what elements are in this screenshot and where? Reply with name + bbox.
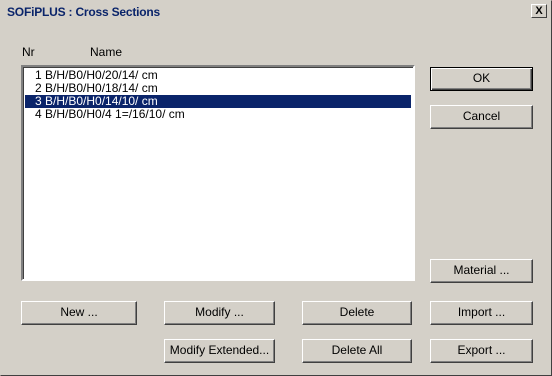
new-label: New ...: [60, 305, 98, 319]
import-label: Import ...: [457, 305, 506, 319]
ok-label: OK: [472, 71, 491, 85]
modify-button[interactable]: Modify ...: [164, 301, 275, 325]
export-label: Export ...: [457, 343, 506, 357]
ok-button[interactable]: OK: [430, 67, 533, 91]
delete-button[interactable]: Delete: [302, 301, 412, 325]
list-item[interactable]: 4 B/H/B0/H0/4 1=/16/10/ cm: [25, 108, 411, 121]
delete-all-button[interactable]: Delete All: [302, 339, 412, 363]
material-label: Material ...: [453, 263, 510, 277]
delete-label: Delete: [339, 305, 375, 319]
column-header-name: Name: [90, 45, 123, 59]
cross-section-list[interactable]: 1 B/H/B0/H0/20/14/ cm 2 B/H/B0/H0/18/14/…: [21, 65, 415, 281]
export-button[interactable]: Export ...: [430, 339, 533, 363]
modify-extended-button[interactable]: Modify Extended...: [164, 339, 275, 363]
cross-sections-dialog: SOFiPLUS : Cross Sections X Nr Name 1 B/…: [0, 0, 552, 376]
column-header-nr: Nr: [22, 45, 35, 59]
new-button[interactable]: New ...: [21, 301, 137, 325]
cancel-button[interactable]: Cancel: [430, 105, 533, 129]
cancel-label: Cancel: [462, 109, 501, 123]
modify-extended-label: Modify Extended...: [169, 343, 270, 357]
close-button[interactable]: X: [531, 4, 547, 18]
modify-label: Modify ...: [195, 305, 244, 319]
import-button[interactable]: Import ...: [430, 301, 533, 325]
window-title: SOFiPLUS : Cross Sections: [7, 5, 161, 19]
material-button[interactable]: Material ...: [430, 259, 533, 283]
delete-all-label: Delete All: [331, 343, 383, 357]
title-bar[interactable]: SOFiPLUS : Cross Sections X: [3, 3, 549, 21]
